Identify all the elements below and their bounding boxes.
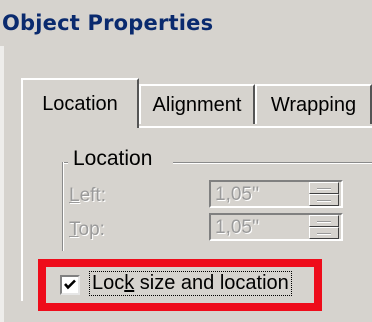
check-icon — [64, 279, 76, 290]
dialog-edge — [0, 46, 4, 322]
top-spinner[interactable]: 1,05'' — [209, 213, 343, 241]
dialog-title: Object Properties — [2, 11, 214, 35]
top-spinner-value: 1,05'' — [215, 217, 260, 238]
left-spinner-value: 1,05'' — [215, 184, 260, 205]
spin-up-icon[interactable] — [309, 182, 339, 194]
spin-down-icon[interactable] — [309, 227, 339, 239]
tab-alignment-label: Alignment — [152, 93, 242, 116]
tab-wrapping-label: Wrapping — [270, 93, 357, 116]
top-field-label: Top: — [69, 219, 105, 240]
spin-down-icon[interactable] — [309, 194, 339, 206]
tab-location-label: Location — [42, 92, 118, 115]
tab-location[interactable]: Location — [21, 78, 139, 128]
dialog-title-bar[interactable]: Object Properties — [0, 0, 372, 46]
lock-size-location-checkbox[interactable] — [60, 275, 80, 295]
left-spinner[interactable]: 1,05'' — [209, 180, 343, 208]
tab-alignment[interactable]: Alignment — [139, 84, 255, 124]
tab-wrapping[interactable]: Wrapping — [255, 84, 372, 124]
left-field-label: Left: — [69, 185, 106, 206]
spin-up-icon[interactable] — [309, 215, 339, 227]
groupbox-border-left — [62, 162, 64, 251]
lock-size-location-label[interactable]: Lock size and location — [89, 271, 292, 296]
groupbox-border-top-right — [173, 162, 372, 164]
location-group-label: Location — [68, 147, 158, 171]
